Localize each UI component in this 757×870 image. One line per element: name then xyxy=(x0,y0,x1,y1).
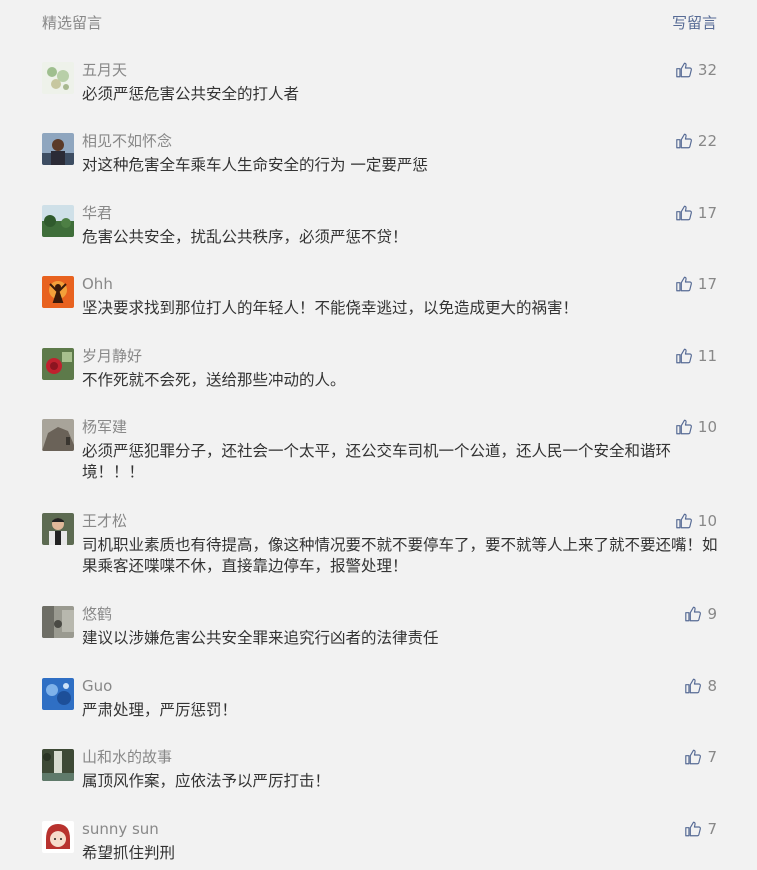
like-button[interactable]: 9 xyxy=(684,604,717,624)
comment-content: 必须严惩危害公共安全的打人者 xyxy=(82,85,300,103)
section-title: 精选留言 xyxy=(42,14,103,32)
comment-nickname[interactable]: 山和水的故事 xyxy=(82,747,172,767)
like-button[interactable]: 11 xyxy=(675,346,717,366)
comment-content: 危害公共安全，扰乱公共秩序，必须严惩不贷！ xyxy=(82,228,408,246)
comment-nickname[interactable]: 华君 xyxy=(82,203,112,223)
like-count: 7 xyxy=(707,820,717,838)
comment-content: 不作死就不会死，送给那些冲动的人。 xyxy=(82,371,346,389)
rock-avatar-icon[interactable] xyxy=(42,419,74,451)
like-count: 32 xyxy=(697,61,717,79)
thumbs-up-icon xyxy=(676,348,692,364)
comment-nickname[interactable]: 悠鹤 xyxy=(82,604,112,624)
thumbs-up-icon xyxy=(676,276,692,292)
silhouette-avatar-icon[interactable] xyxy=(42,276,74,308)
comment-nickname[interactable]: Ohh xyxy=(82,274,113,294)
thumbs-up-icon xyxy=(685,749,702,765)
man-portrait-avatar-icon[interactable] xyxy=(42,133,74,165)
rose-avatar-icon[interactable] xyxy=(42,348,74,380)
like-button[interactable]: 17 xyxy=(675,274,717,294)
comment-nickname[interactable]: sunny sun xyxy=(82,819,159,839)
like-count: 17 xyxy=(697,204,717,222)
comment-content: 建议以涉嫌危害公共安全罪来追究行凶者的法律责任 xyxy=(82,629,439,647)
thumbs-up-icon xyxy=(685,678,702,694)
thumbs-up-icon xyxy=(676,62,692,78)
like-button[interactable]: 7 xyxy=(684,819,717,839)
like-count: 10 xyxy=(697,418,717,436)
write-comment-link[interactable]: 写留言 xyxy=(672,12,717,33)
like-count: 22 xyxy=(697,132,717,150)
like-button[interactable]: 17 xyxy=(675,203,717,223)
comment-nickname[interactable]: 岁月静好 xyxy=(82,346,142,366)
like-button[interactable]: 22 xyxy=(675,131,717,151)
comment-content: 希望抓住判刑 xyxy=(82,844,176,862)
like-count: 9 xyxy=(707,605,717,623)
comment-content: 严肃处理，严厉惩罚！ xyxy=(82,701,238,719)
cartoon-girl-avatar-icon[interactable] xyxy=(42,821,74,853)
like-button[interactable]: 10 xyxy=(675,511,717,531)
like-button[interactable]: 10 xyxy=(675,417,717,437)
comment-content: 坚决要求找到那位打人的年轻人！不能侥幸逃过，以免造成更大的祸害！ xyxy=(82,299,579,317)
thumbs-up-icon xyxy=(676,513,692,529)
comment-nickname[interactable]: 五月天 xyxy=(82,60,127,80)
like-count: 10 xyxy=(697,512,717,530)
thumbs-up-icon xyxy=(685,821,702,837)
flower-avatar-icon[interactable] xyxy=(42,62,74,94)
thumbs-up-icon xyxy=(676,419,692,435)
like-count: 11 xyxy=(697,347,717,365)
sky-avatar-icon[interactable] xyxy=(42,678,74,710)
thumbs-up-icon xyxy=(676,133,692,149)
thumbs-up-icon xyxy=(685,606,702,622)
street-avatar-icon[interactable] xyxy=(42,606,74,638)
like-count: 7 xyxy=(707,748,717,766)
like-button[interactable]: 32 xyxy=(675,60,717,80)
comment-content: 必须严惩犯罪分子，还社会一个太平，还公交车司机一个公道，还人民一个安全和谐环境！… xyxy=(82,442,672,481)
like-button[interactable]: 7 xyxy=(684,747,717,767)
comment-nickname[interactable]: 王才松 xyxy=(82,511,127,531)
landscape-avatar-icon[interactable] xyxy=(42,205,74,237)
comment-content: 司机职业素质也有待提高，像这种情况要不就不要停车了，要不就等人上来了就不要还嘴！… xyxy=(82,536,718,575)
like-count: 8 xyxy=(707,677,717,695)
comments-header: 精选留言 写留言 xyxy=(0,0,757,44)
comment-nickname[interactable]: Guo xyxy=(82,676,112,696)
thumbs-up-icon xyxy=(676,205,692,221)
comment-content: 属顶风作案，应依法予以严厉打击！ xyxy=(82,772,331,790)
like-button[interactable]: 8 xyxy=(684,676,717,696)
person-avatar-icon[interactable] xyxy=(42,513,74,545)
comment-nickname[interactable]: 杨军建 xyxy=(82,417,127,437)
like-count: 17 xyxy=(697,275,717,293)
waterfall-avatar-icon[interactable] xyxy=(42,749,74,781)
comment-content: 对这种危害全车乘车人生命安全的行为 一定要严惩 xyxy=(82,156,428,174)
comment-nickname[interactable]: 相见不如怀念 xyxy=(82,131,172,151)
